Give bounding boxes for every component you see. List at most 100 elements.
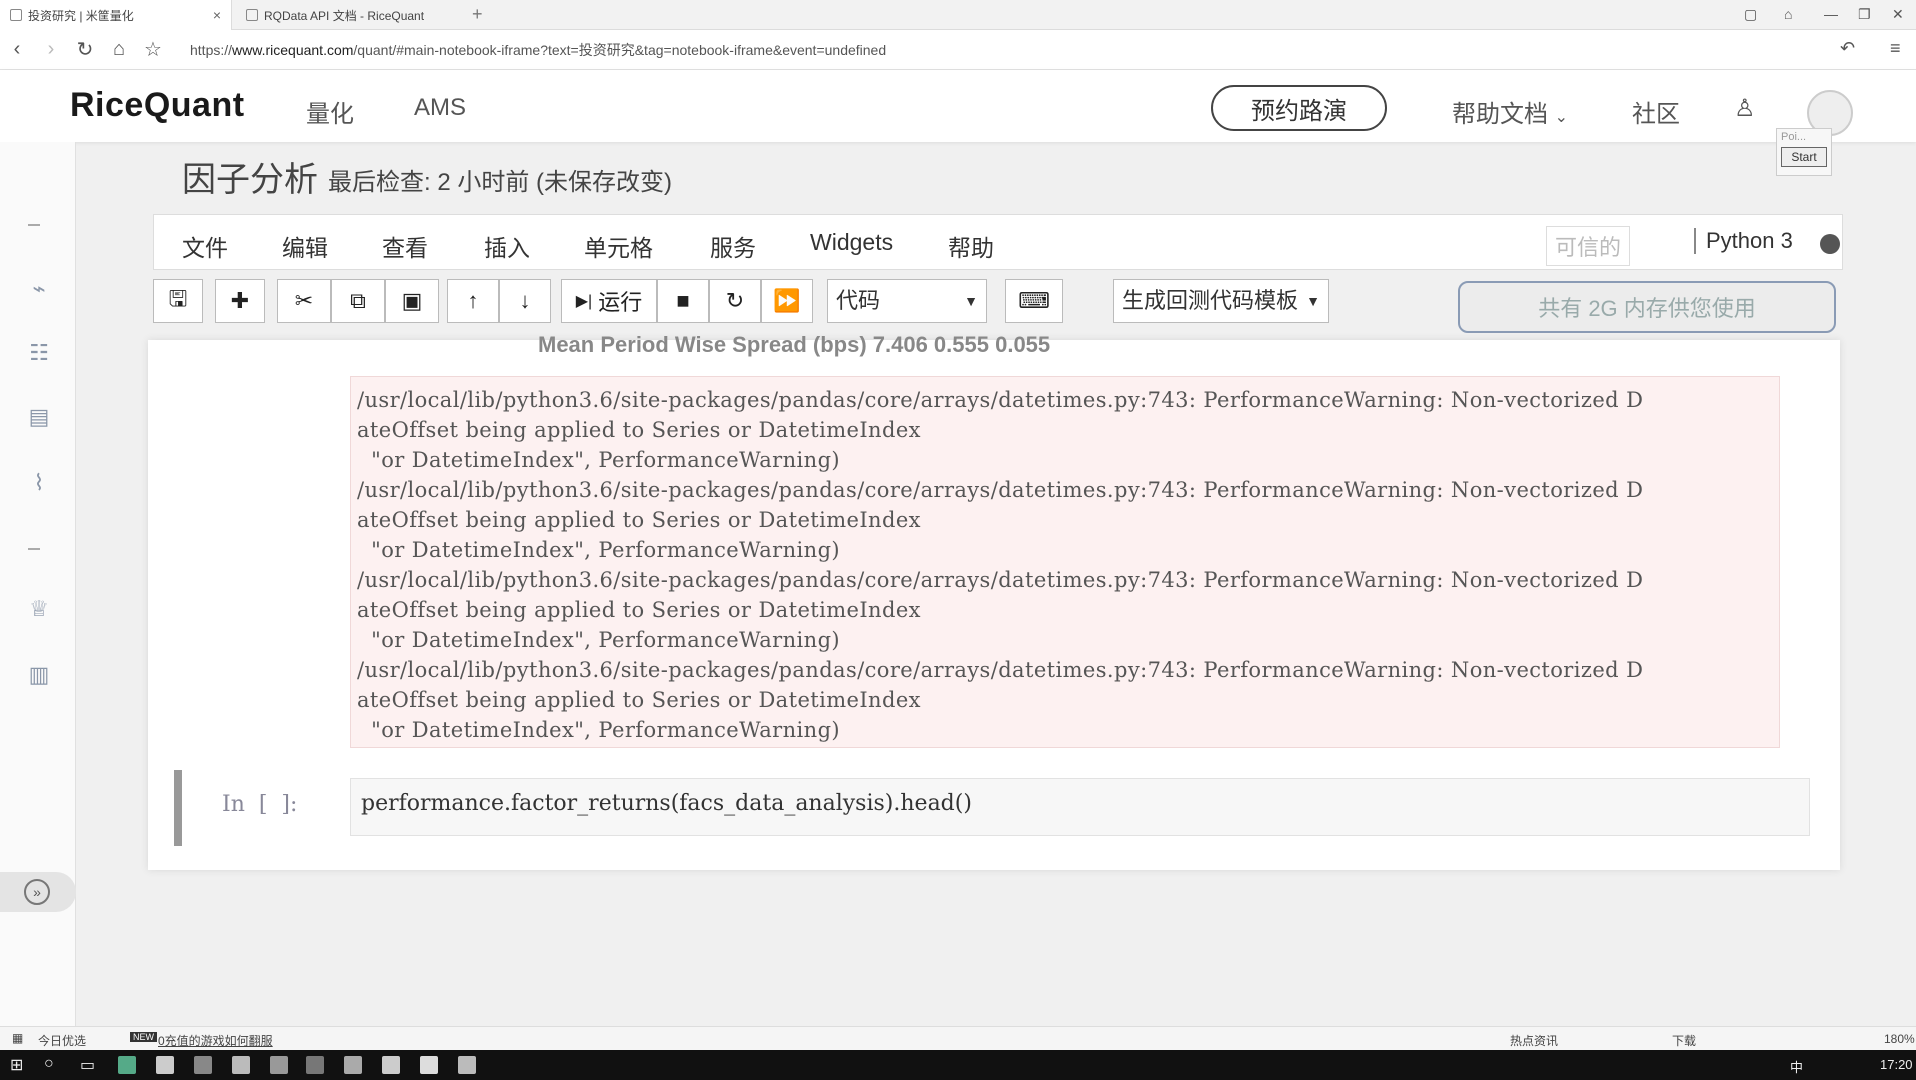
- windows-start-icon[interactable]: ⊞: [10, 1055, 23, 1075]
- menu-icon[interactable]: ≡: [1890, 38, 1901, 59]
- run-button[interactable]: ▶| 运行: [561, 279, 657, 323]
- stderr-line: /usr/local/lib/python3.6/site-packages/p…: [357, 568, 1644, 592]
- memory-info-button[interactable]: 共有 2G 内存供您使用: [1458, 281, 1836, 333]
- menu-file[interactable]: 文件: [182, 229, 228, 263]
- keyboard-icon: ⌨: [1018, 288, 1050, 313]
- shirt-icon[interactable]: ♙: [1734, 94, 1756, 123]
- code-cell[interactable]: In [ ]: performance.factor_returns(facs_…: [174, 770, 1816, 846]
- zoom-level[interactable]: 180%: [1884, 1032, 1915, 1046]
- app-icon[interactable]: [382, 1056, 400, 1074]
- ricequant-logo[interactable]: RiceQuant: [70, 86, 245, 125]
- menu-view[interactable]: 查看: [382, 229, 428, 263]
- os-taskbar: ⊞ ○ ▭ 中 17:20: [0, 1050, 1916, 1080]
- insert-cell-button[interactable]: ✚: [215, 279, 265, 323]
- divider: [28, 224, 40, 226]
- nav-help-docs[interactable]: 帮助文档 ⌄: [1452, 94, 1568, 129]
- page-icon: [10, 9, 22, 21]
- download-link[interactable]: 下载: [1672, 1032, 1696, 1049]
- app-icon[interactable]: [232, 1056, 250, 1074]
- paste-icon: ▣: [401, 288, 423, 313]
- bar-chart-icon[interactable]: ▥: [24, 660, 54, 690]
- code-editor[interactable]: performance.factor_returns(facs_data_ana…: [350, 778, 1810, 836]
- chevron-down-icon: ⌄: [1554, 109, 1569, 126]
- paste-button[interactable]: ▣: [385, 279, 439, 323]
- app-icon[interactable]: [118, 1056, 136, 1074]
- menu-widgets[interactable]: Widgets: [810, 229, 893, 256]
- today-picks[interactable]: 今日优选: [38, 1032, 86, 1049]
- forward-icon[interactable]: ›: [34, 38, 68, 61]
- nav-community[interactable]: 社区: [1632, 94, 1680, 129]
- task-view-icon[interactable]: ▭: [80, 1055, 95, 1075]
- search-icon[interactable]: ○: [44, 1055, 54, 1073]
- cell-type-select[interactable]: 代码 ▼: [827, 279, 987, 323]
- home-icon[interactable]: ⌂: [102, 38, 136, 61]
- stderr-line: ateOffset being applied to Series or Dat…: [357, 688, 921, 712]
- trophy-icon[interactable]: ♕: [24, 594, 54, 624]
- reload-icon[interactable]: ↻: [68, 37, 102, 62]
- app-icon[interactable]: [194, 1056, 212, 1074]
- browser-tab-research[interactable]: 投资研究 | 米筐量化 ×: [0, 0, 232, 30]
- stderr-output: /usr/local/lib/python3.6/site-packages/p…: [350, 376, 1780, 748]
- menu-edit[interactable]: 编辑: [282, 229, 328, 263]
- menu-kernel[interactable]: 服务: [710, 229, 756, 263]
- close-window-icon[interactable]: ✕: [1892, 6, 1904, 23]
- checkpoint-status: 最后检查: 2 小时前 (未保存改变): [328, 169, 673, 196]
- fast-forward-icon: ⏩: [773, 288, 801, 313]
- app-icon[interactable]: [306, 1056, 324, 1074]
- menu-insert[interactable]: 插入: [484, 229, 530, 263]
- undo-icon[interactable]: ↶: [1840, 38, 1855, 59]
- keyboard-shortcuts-button[interactable]: ⌨: [1005, 279, 1063, 323]
- save-button[interactable]: 🖫: [153, 279, 203, 323]
- clipped-output-row: Mean Period Wise Spread (bps) 7.406 0.55…: [538, 332, 1051, 357]
- site-header: RiceQuant 量化 AMS 预约路演 帮助文档 ⌄ 社区 ♙: [0, 70, 1916, 142]
- sidebar-expand-button[interactable]: »: [0, 872, 76, 912]
- app-icon[interactable]: [344, 1056, 362, 1074]
- folder-icon[interactable]: [156, 1056, 174, 1074]
- clock[interactable]: 17:20: [1880, 1057, 1913, 1072]
- notebook-header: 因子分析 最后检查: 2 小时前 (未保存改变): [76, 142, 1916, 214]
- backtest-template-select[interactable]: 生成回测代码模板 ▼: [1113, 279, 1329, 323]
- ime-indicator[interactable]: 中: [1790, 1057, 1803, 1076]
- shirt-icon[interactable]: ⌂: [1784, 6, 1792, 22]
- restore-icon[interactable]: ❐: [1858, 6, 1871, 23]
- list-icon[interactable]: ☷: [24, 338, 54, 368]
- menu-cell[interactable]: 单元格: [584, 229, 653, 263]
- minimize-icon[interactable]: —: [1824, 6, 1838, 22]
- stderr-line: /usr/local/lib/python3.6/site-packages/p…: [357, 388, 1644, 412]
- restart-button[interactable]: ↻: [709, 279, 761, 323]
- monitor-icon[interactable]: ⌁: [24, 274, 54, 304]
- trusted-indicator[interactable]: 可信的: [1546, 226, 1631, 266]
- kernel-name: Python 3: [1694, 228, 1793, 254]
- hot-news[interactable]: 热点资讯: [1510, 1032, 1558, 1049]
- interrupt-button[interactable]: ■: [657, 279, 709, 323]
- book-demo-button[interactable]: 预约路演: [1211, 85, 1387, 131]
- url-prefix: https://: [190, 41, 233, 58]
- back-icon[interactable]: ‹: [0, 38, 34, 61]
- app-icon[interactable]: [270, 1056, 288, 1074]
- tab-label: 投资研究 | 米筐量化: [28, 8, 134, 23]
- news-badge: NEW: [130, 1032, 157, 1042]
- app-icon[interactable]: [458, 1056, 476, 1074]
- app-icon[interactable]: [420, 1056, 438, 1074]
- tab-count-icon[interactable]: ▢: [1744, 6, 1757, 23]
- move-down-button[interactable]: ↓: [499, 279, 551, 323]
- stderr-line: ateOffset being applied to Series or Dat…: [357, 508, 921, 532]
- close-icon[interactable]: ×: [213, 7, 221, 23]
- menu-help[interactable]: 帮助: [948, 229, 994, 263]
- calendar-icon: ▦: [12, 1031, 24, 1045]
- document-icon[interactable]: ▤: [24, 402, 54, 432]
- browser-tab-rqdata[interactable]: RQData API 文档 - RiceQuant: [236, 0, 466, 30]
- run-all-button[interactable]: ⏩: [761, 279, 813, 323]
- move-up-button[interactable]: ↑: [447, 279, 499, 323]
- new-tab-icon[interactable]: +: [472, 4, 483, 25]
- scissors-icon: ✂: [294, 288, 314, 313]
- copy-button[interactable]: ⧉: [331, 279, 385, 323]
- news-link[interactable]: 0充值的游戏如何翻服: [158, 1032, 273, 1049]
- nav-quant[interactable]: 量化: [306, 94, 354, 129]
- url-field[interactable]: https://www.ricequant.com/quant/#main-no…: [190, 40, 886, 60]
- nav-ams[interactable]: AMS: [414, 94, 466, 122]
- notebook-title[interactable]: 因子分析: [182, 152, 318, 201]
- star-icon[interactable]: ☆: [136, 37, 170, 62]
- chart-icon[interactable]: ⌇: [24, 468, 54, 498]
- cut-button[interactable]: ✂: [277, 279, 331, 323]
